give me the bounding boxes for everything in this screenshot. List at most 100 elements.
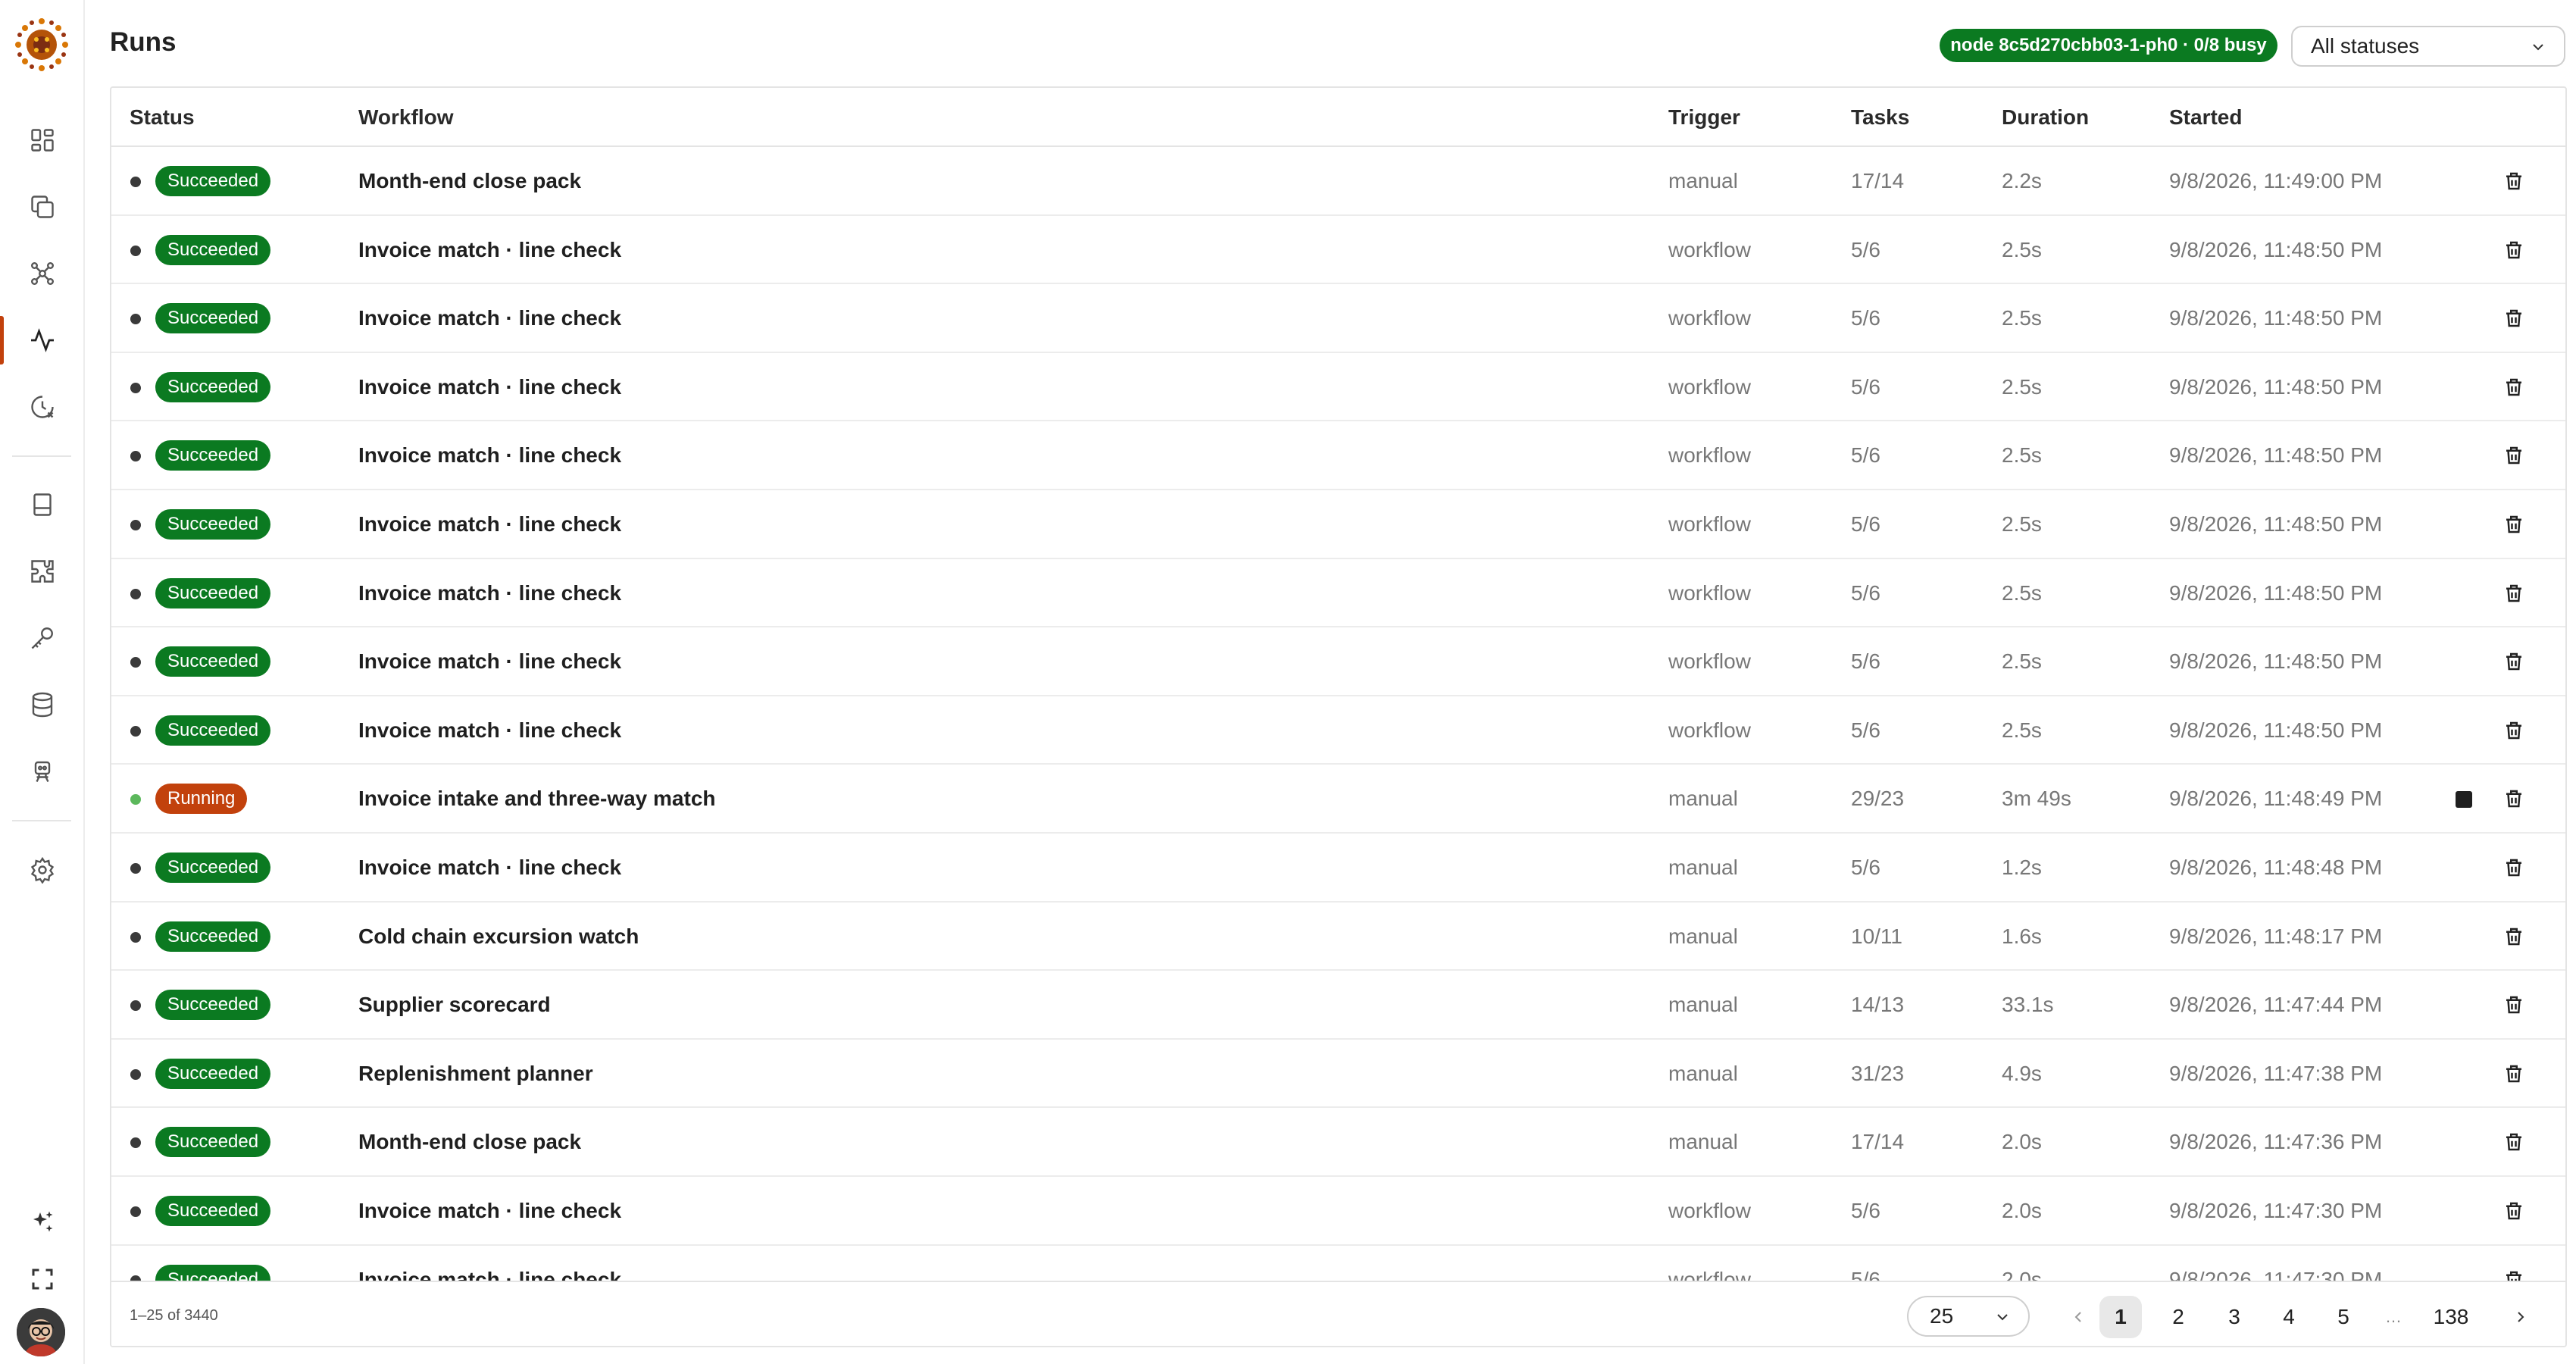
workflow-name[interactable]: Month-end close pack — [358, 1108, 581, 1176]
chevron-right-icon — [2518, 1312, 2524, 1322]
nav-dashboard[interactable] — [0, 110, 85, 170]
nav-secrets[interactable] — [0, 608, 85, 668]
delete-run-button[interactable] — [2503, 239, 2525, 261]
workflow-name[interactable]: Invoice intake and three-way match — [358, 765, 716, 833]
nav-plugins[interactable] — [0, 541, 85, 602]
workflow-name[interactable]: Invoice match · line check — [358, 490, 621, 558]
page-button[interactable]: 4 — [2268, 1296, 2310, 1338]
workflow-name[interactable]: Invoice match · line check — [358, 284, 621, 352]
trash-icon — [2506, 1134, 2521, 1151]
duration-cell: 4.9s — [2002, 1061, 2042, 1085]
table-row[interactable]: Succeeded Invoice match · line check workf… — [111, 627, 2565, 696]
page-button[interactable]: 1 — [2099, 1296, 2142, 1338]
page-size-select[interactable]: 25 — [1907, 1296, 2030, 1337]
table-row[interactable]: Succeeded Invoice match · line check workf… — [111, 1177, 2565, 1246]
nav-schedules[interactable] — [0, 377, 85, 437]
delete-run-button[interactable] — [2503, 1269, 2525, 1281]
delete-run-button[interactable] — [2503, 1200, 2525, 1222]
delete-run-button[interactable] — [2503, 376, 2525, 399]
delete-run-button[interactable] — [2503, 582, 2525, 605]
workflow-name[interactable]: Invoice match · line check — [358, 834, 621, 902]
workflow-name[interactable]: Invoice match · line check — [358, 559, 621, 627]
delete-run-button[interactable] — [2503, 856, 2525, 879]
table-header: Status Workflow Trigger Tasks Duration S… — [111, 88, 2565, 147]
delete-run-button[interactable] — [2503, 650, 2525, 673]
tasks-cell: 5/6 — [1851, 374, 1880, 399]
table-row[interactable]: Succeeded Invoice match · line check workf… — [111, 421, 2565, 490]
workflow-name[interactable]: Month-end close pack — [358, 147, 581, 215]
table-row[interactable]: Succeeded Replenishment planner manual 31/2… — [111, 1040, 2565, 1109]
nav-data[interactable] — [0, 674, 85, 735]
table-row[interactable]: Succeeded Invoice match · line check workf… — [111, 353, 2565, 422]
trash-icon — [2506, 584, 2521, 602]
delete-run-button[interactable] — [2503, 307, 2525, 330]
duration-cell: 2.2s — [2002, 169, 2042, 192]
duration-cell: 2.5s — [2002, 237, 2042, 261]
nav-agents[interactable] — [0, 741, 85, 802]
chevron-down-icon — [1997, 1314, 2008, 1321]
table-row[interactable]: Succeeded Month-end close pack manual 17/14… — [111, 1108, 2565, 1177]
workflow-name[interactable]: Invoice match · line check — [358, 216, 621, 284]
delete-run-button[interactable] — [2503, 513, 2525, 536]
table-row[interactable]: Succeeded Invoice match · line check workf… — [111, 559, 2565, 628]
delete-run-button[interactable] — [2503, 925, 2525, 948]
status-badge: Succeeded — [155, 303, 271, 334]
nav-copies[interactable] — [0, 177, 85, 237]
workflow-name[interactable]: Supplier scorecard — [358, 971, 551, 1039]
prev-page-button[interactable] — [2057, 1296, 2099, 1338]
app-logo[interactable] — [14, 17, 70, 73]
status-badge: Succeeded — [155, 234, 271, 265]
workflow-name[interactable]: Invoice match · line check — [358, 421, 621, 490]
table-row[interactable]: Running Invoice intake and three-way matc… — [111, 765, 2565, 834]
duration-cell: 1.2s — [2002, 856, 2042, 879]
next-page-button[interactable] — [2499, 1296, 2542, 1338]
delete-run-button[interactable] — [2503, 444, 2525, 467]
table-row[interactable]: Succeeded Invoice match · line check manua… — [111, 834, 2565, 903]
status-badge: Succeeded — [155, 440, 271, 471]
workflow-name[interactable]: Invoice match · line check — [358, 696, 621, 765]
trigger-cell: workflow — [1668, 649, 1751, 674]
page-button[interactable]: 138 — [2421, 1296, 2481, 1338]
workflow-name[interactable]: Invoice match · line check — [358, 1246, 621, 1281]
nav-fullscreen[interactable] — [0, 1249, 85, 1309]
delete-run-button[interactable] — [2503, 1131, 2525, 1153]
workflow-name[interactable]: Invoice match · line check — [358, 353, 621, 421]
status-dot — [130, 1000, 141, 1012]
avatar[interactable] — [17, 1308, 65, 1356]
table-row[interactable]: Succeeded Supplier scorecard manual 14/13 33… — [111, 971, 2565, 1040]
page-button[interactable]: 3 — [2213, 1296, 2256, 1338]
page-button[interactable]: 2 — [2157, 1296, 2199, 1338]
trash-icon — [2506, 447, 2521, 465]
table-row[interactable]: Succeeded Invoice match · line check workf… — [111, 216, 2565, 285]
column-header-trigger: Trigger — [1668, 105, 1740, 129]
workflow-name[interactable]: Invoice match · line check — [358, 627, 621, 696]
stop-run-button[interactable] — [2456, 791, 2472, 809]
table-row[interactable]: Succeeded Invoice match · line check workf… — [111, 490, 2565, 559]
nav-assistant[interactable] — [0, 1191, 85, 1252]
workflow-name[interactable]: Invoice match · line check — [358, 1177, 621, 1245]
nav-settings[interactable] — [0, 840, 85, 900]
dashboard-icon — [31, 129, 54, 152]
nav-runs[interactable] — [0, 310, 85, 371]
status-filter-select[interactable]: All statuses — [2291, 26, 2565, 67]
table-row[interactable]: Succeeded Invoice match · line check workf… — [111, 696, 2565, 765]
workflow-name[interactable]: Replenishment planner — [358, 1040, 593, 1108]
nav-docs[interactable] — [0, 474, 85, 535]
delete-run-button[interactable] — [2503, 719, 2525, 742]
page-button[interactable]: 5 — [2322, 1296, 2365, 1338]
status-dot — [130, 1275, 141, 1281]
delete-run-button[interactable] — [2503, 993, 2525, 1016]
table-row[interactable]: Succeeded Month-end close pack manual 17/14… — [111, 147, 2565, 216]
delete-run-button[interactable] — [2503, 1062, 2525, 1085]
table-row[interactable]: Succeeded Invoice match · line check workf… — [111, 1246, 2565, 1281]
trigger-cell: manual — [1668, 787, 1738, 811]
nav-workflows[interactable] — [0, 243, 85, 304]
workflow-name[interactable]: Cold chain excursion watch — [358, 903, 639, 971]
tasks-cell: 5/6 — [1851, 718, 1880, 742]
status-badge: Succeeded — [155, 1127, 271, 1158]
book-icon — [33, 493, 52, 516]
table-row[interactable]: Succeeded Invoice match · line check workf… — [111, 284, 2565, 353]
delete-run-button[interactable] — [2503, 170, 2525, 192]
table-row[interactable]: Succeeded Cold chain excursion watch manua… — [111, 903, 2565, 971]
delete-run-button[interactable] — [2503, 787, 2525, 810]
